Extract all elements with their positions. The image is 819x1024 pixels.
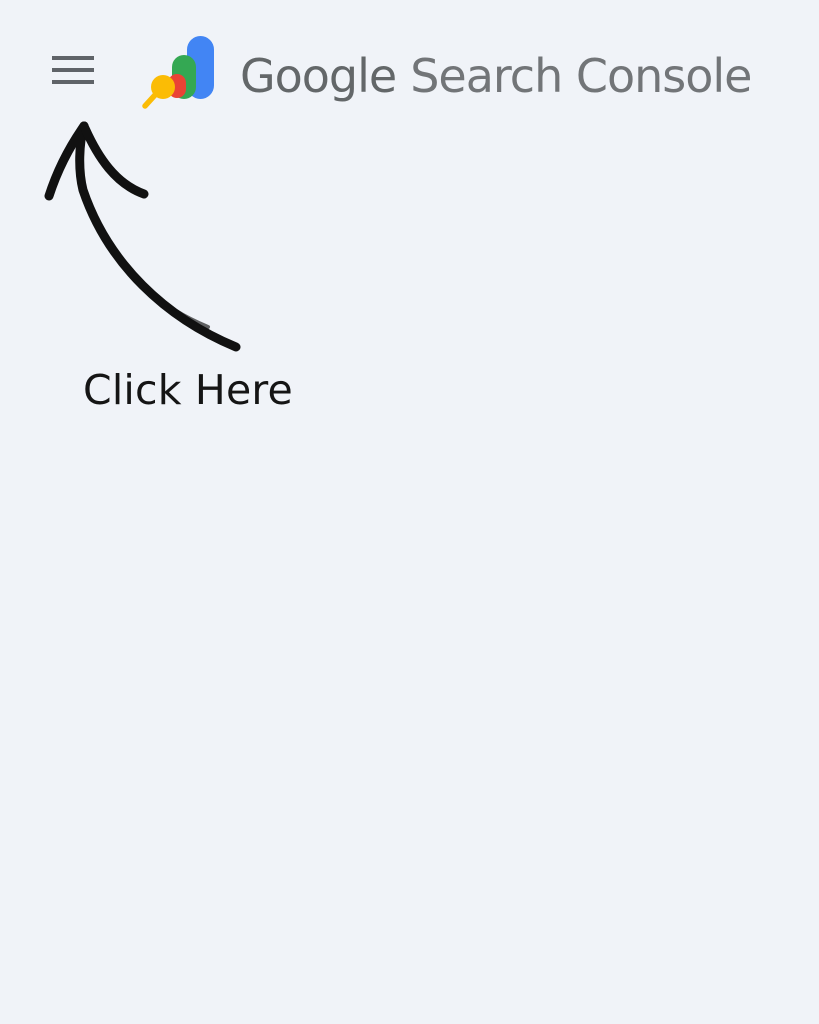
brand-google-text: Google — [240, 49, 397, 103]
header: Google Search Console — [0, 0, 819, 130]
search-console-logo — [142, 35, 218, 109]
app-brand: Google Search Console — [240, 44, 752, 108]
search-console-logo-icon — [142, 36, 214, 109]
brand-product-text: Search Console — [410, 49, 752, 103]
click-here-label: Click Here — [83, 366, 293, 414]
hamburger-menu-icon — [52, 56, 94, 84]
main-menu-button[interactable] — [40, 40, 106, 100]
